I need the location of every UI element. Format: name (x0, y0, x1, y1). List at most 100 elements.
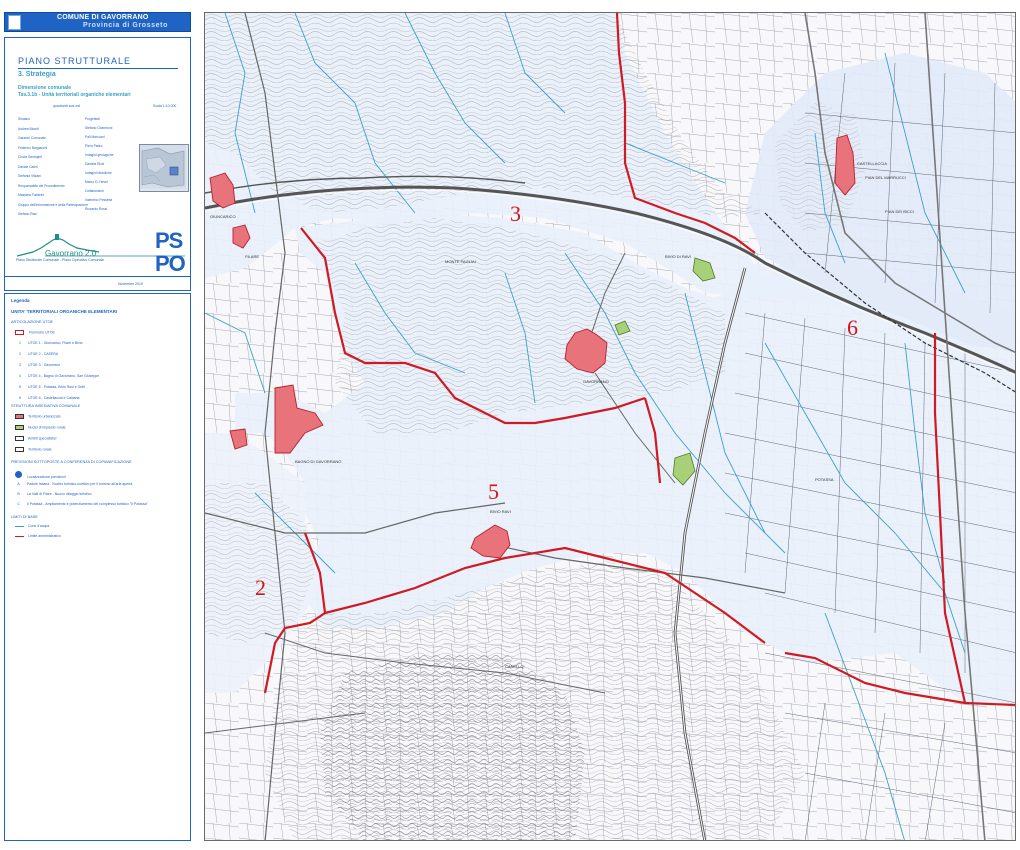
utoe-label: UTOE 1 - Giuncarico, Filare e Bivio (28, 341, 83, 345)
provision-marker (15, 471, 22, 478)
base-label: Corsi d'acqua (28, 524, 50, 528)
location-inset-map (139, 144, 189, 192)
structure-legend-item: Ambiti specialistici (15, 436, 56, 443)
credit-line: Garante Comunale (18, 136, 46, 140)
utoe-legend-item: 5 UTOE 5 - Potassa, Bivio Ravi e Grilli (15, 385, 85, 392)
place-label: CASTELLACCIA (857, 161, 887, 166)
logo-caption: Piano Strutturale Comunale - Piano Opera… (16, 258, 105, 262)
province-name: Provincia di Grosseto (83, 22, 168, 29)
base-legend-item: Corsi d'acqua (15, 524, 49, 531)
plan-date: Novembre 2019 (118, 282, 143, 286)
place-label: GIUNCARICO (210, 214, 236, 219)
logo-name: Gavorrano 2.0 (45, 249, 97, 258)
utoe-legend-item: 3 UTOE 3 - Gavorrano (15, 363, 60, 370)
map-area[interactable]: CASTELLACCIA PIAN DEL MARRUCCI BIVIO RAV… (204, 12, 1016, 841)
structure-label: Nuclei di impianto rurale (28, 425, 66, 430)
place-label: POTASSA (815, 477, 834, 482)
credit-line: Riccardo Rossi (85, 207, 108, 211)
provision-label: La Valli di Filare - Nuovo villaggio tur… (27, 492, 92, 496)
credit-line: Federico Bargiacchi (18, 145, 48, 150)
legend-articulation-title: ARTICOLAZIONE UTOE (11, 320, 54, 324)
perimeter-label: Perimetro UTOE (28, 330, 55, 335)
place-label: BIVIO DI RAVI (665, 254, 691, 259)
legend-base-title: LIMITI DI BASE (11, 515, 38, 519)
structure-swatch (15, 447, 24, 452)
credit-line: Valentino Pesseria (85, 198, 113, 202)
utoe-label-2: 2 (255, 575, 266, 600)
structure-swatch (15, 425, 24, 430)
credit-line: Sindaco (18, 117, 30, 121)
utoe-label: UTOE 4 - Bagno di Gavorrano, San Giusepp… (28, 374, 100, 378)
po-badge: PO (155, 251, 186, 276)
utoe-label-6: 6 (847, 315, 858, 340)
legend-title: Legenda (11, 298, 30, 303)
base-label: Limite amministrativo (28, 534, 61, 538)
structure-legend-item: Nuclei di impianto rurale (15, 425, 66, 432)
legend-provisions-title: PREVISIONI SOTTOPOSTE A CONFERENZA DI CO… (11, 460, 132, 464)
provision-legend-item: C Il Potassa - Ampliamento e potenziament… (15, 501, 148, 508)
credit-line: Marco D. Hevel (85, 180, 108, 184)
credit-line: Piero Padro (85, 144, 103, 148)
legend-section-title: UNITA' TERRITORIALI ORGANICHE ELEMENTARI (11, 309, 118, 314)
place-label: PIAN DEL MARRUCCI (865, 175, 906, 180)
utoe-number: 1 (19, 341, 21, 345)
perimeter-swatch (15, 330, 24, 335)
credit-line: Pali Marcuzzi (85, 135, 105, 139)
structure-swatch (15, 414, 24, 419)
scale-label: Scala 1:10.000 (153, 104, 177, 108)
credits-left: Sindaco Andrea Biondi Garante Comunale Fede… (18, 117, 88, 222)
credit-line: Collaboratori (85, 189, 104, 193)
quadrant-label: quadranti sud-est (53, 104, 81, 108)
credits-right: Progettisti Stefano Giommoni Pali Marcuzzi… (85, 117, 135, 216)
utoe-label: UTOE 3 - Gavorrano (28, 363, 61, 367)
structure-legend-item: Territorio urbanizzato (15, 414, 61, 421)
credit-line: Massimo Fabbrini (18, 193, 45, 197)
provision-label: Il Potassa - Ampliamento e potenziamento… (27, 502, 148, 506)
place-label: FILARE (245, 254, 259, 259)
place-label: CASELLO (505, 664, 523, 669)
provision-marker: C (17, 502, 20, 506)
utoe-legend-item: 6 UTOE 6 - Castellaccia e Caldana (15, 396, 79, 403)
base-legend-item: Limite amministrativo (15, 534, 61, 541)
credit-line: Cinzia Santopiet (18, 155, 43, 159)
plan-title: PIANO STRUTTURALE (18, 56, 132, 66)
credit-line: Gruppo dell'informazione e della Parteci… (18, 202, 88, 207)
title-block: PIANO STRUTTURALE 3. Strategia Dimension… (4, 37, 191, 291)
credit-line: Davide Caleri (18, 164, 38, 169)
credit-line: Stefania Vitzani (18, 174, 41, 178)
structure-legend-item: Territorio rurale (15, 447, 52, 454)
legend-perimeter: Perimetro UTOE (15, 330, 55, 337)
credit-line: Stefano Giommoni (85, 126, 113, 130)
title-bottom-rule (5, 276, 190, 277)
utoe-number: 4 (19, 374, 21, 378)
structure-label: Territorio urbanizzato (28, 414, 61, 419)
provision-label: Padule Istiana - Nucleo turistico-ricett… (27, 482, 133, 486)
provision-label: Localizzazione previsioni (27, 475, 66, 479)
section-title: 3. Strategia (18, 71, 56, 78)
utoe-label-3: 3 (510, 201, 521, 226)
municipality-name: COMUNE DI GAVORRANO (57, 14, 149, 21)
utoe-label: UTOE 2 - CASERA (28, 352, 59, 356)
provision-legend-item: B La Valli di Filare - Nuovo villaggio tu… (15, 491, 92, 498)
provision-legend-item: A Padule Istiana - Nucleo turistico-ricet… (15, 481, 132, 488)
credit-line: Responsabile del Procedimento (18, 183, 65, 188)
credit-line: Stefano Raci (18, 212, 37, 216)
place-label: BAGNO DI GAVORRANO (295, 459, 341, 464)
place-label: BIVIO RAVI (490, 509, 511, 514)
utoe-number: 6 (19, 396, 21, 400)
structure-label: Territorio rurale (28, 447, 52, 452)
map-canvas: CASTELLACCIA PIAN DEL MARRUCCI BIVIO RAV… (205, 13, 1015, 840)
structure-label: Ambiti specialistici (28, 436, 57, 441)
provision-legend-item: Localizzazione previsioni (15, 471, 66, 479)
municipality-header: COMUNE DI GAVORRANO Provincia di Grosset… (4, 12, 191, 32)
utoe-legend-item: 2 UTOE 2 - CASERA (15, 352, 58, 359)
credit-line: Daniela Rizzi (85, 162, 105, 166)
credit-line: Indagini geologiche (85, 153, 114, 157)
utoe-number: 5 (19, 385, 21, 389)
utoe-number: 3 (19, 363, 21, 367)
legend-structure-title: STRUTTURA INSEDIATIVA COMUNALE (11, 404, 81, 408)
utoe-legend-item: 4 UTOE 4 - Bagno di Gavorrano, San Giusep… (15, 374, 99, 381)
crest-icon (8, 15, 21, 30)
legend-block: Legenda UNITA' TERRITORIALI ORGANICHE EL… (4, 293, 191, 841)
utoe-number: 2 (19, 352, 21, 356)
